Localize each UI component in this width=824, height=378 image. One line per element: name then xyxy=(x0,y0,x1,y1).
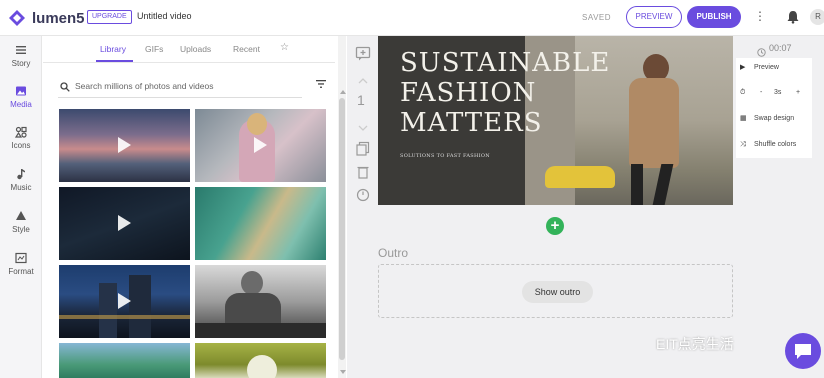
notification-bell-icon[interactable] xyxy=(786,10,800,24)
tab-recent[interactable]: Recent xyxy=(233,44,260,54)
story-canvas: 1 SUSTAINABLE FASHION MATTERS SOLUTIONS … xyxy=(347,36,824,378)
sidebar-item-label: Story xyxy=(11,59,31,68)
media-search xyxy=(58,80,302,98)
slide-title-line: SUSTAINABLE xyxy=(400,48,611,78)
media-icon xyxy=(16,86,26,96)
sidebar-item-format[interactable]: Format xyxy=(0,252,42,276)
add-text-icon[interactable] xyxy=(355,46,371,62)
move-scene-up-icon[interactable] xyxy=(355,73,371,89)
decrease-duration-button[interactable]: - xyxy=(760,86,762,100)
sidebar-item-label: Icons xyxy=(11,141,31,150)
media-thumbnail-woman-phone[interactable] xyxy=(195,109,326,182)
add-scene-button[interactable]: + xyxy=(546,217,564,235)
sidebar-item-label: Format xyxy=(8,267,34,276)
duration-value: 3s xyxy=(774,89,782,96)
scene-slide[interactable]: SUSTAINABLE FASHION MATTERS SOLUTIONS TO… xyxy=(378,36,733,205)
plus-icon: + xyxy=(550,217,560,234)
preview-scene-label: Preview xyxy=(754,64,779,71)
shuffle-colors-label: Shuffle colors xyxy=(754,141,797,148)
music-icon xyxy=(17,169,25,180)
sidebar-item-story[interactable]: Story xyxy=(0,44,42,68)
show-outro-button[interactable]: Show outro xyxy=(522,281,593,303)
upgrade-button[interactable]: UPGRADE xyxy=(87,10,132,24)
delete-scene-icon[interactable] xyxy=(355,164,371,180)
shuffle-colors-button[interactable]: ⤨ Shuffle colors xyxy=(740,138,796,152)
play-icon xyxy=(118,215,131,231)
slide-title-line: FASHION xyxy=(400,78,537,108)
preview-scene-button[interactable]: ▶ Preview xyxy=(740,61,779,75)
top-bar: lumen5 UPGRADE Untitled video SAVED PREV… xyxy=(0,0,824,36)
slide-title[interactable]: SUSTAINABLE FASHION MATTERS xyxy=(400,48,610,138)
user-avatar[interactable]: R xyxy=(810,9,824,25)
search-input[interactable] xyxy=(75,81,295,91)
duplicate-scene-icon[interactable] xyxy=(355,141,371,157)
watermark-text: EIT点亮生活 xyxy=(656,336,734,352)
scene-duration: 00:07 xyxy=(769,43,792,53)
preview-button[interactable]: PREVIEW xyxy=(626,6,682,28)
tab-library[interactable]: Library xyxy=(100,44,126,54)
story-icon xyxy=(16,46,26,54)
style-icon xyxy=(16,211,26,220)
media-thumbnail-city-night[interactable] xyxy=(59,265,190,338)
play-icon xyxy=(254,137,267,153)
media-panel: Library GIFs Uploads Recent ☆ xyxy=(43,36,335,378)
lumen5-logo[interactable]: lumen5 xyxy=(8,8,85,28)
sidebar-item-media[interactable]: Media xyxy=(0,85,42,109)
tab-gifs[interactable]: GIFs xyxy=(145,44,163,54)
slide-title-line: MATTERS xyxy=(400,108,543,138)
media-thumbnail-rain-night[interactable] xyxy=(59,187,190,260)
media-thumbnail-beach-aerial[interactable] xyxy=(195,187,326,260)
increase-duration-button[interactable]: + xyxy=(796,86,800,100)
scene-number: 1 xyxy=(357,92,365,108)
active-tab-indicator xyxy=(96,60,133,62)
format-icon xyxy=(15,252,27,264)
timer-icon[interactable] xyxy=(355,186,371,202)
media-thumbnail-coast-landscape[interactable] xyxy=(59,343,190,378)
filter-icon[interactable] xyxy=(316,79,326,89)
chat-support-button[interactable] xyxy=(785,333,821,369)
play-icon xyxy=(118,293,131,309)
swap-design-label: Swap design xyxy=(754,115,795,122)
scrollbar-thumb[interactable] xyxy=(339,98,345,360)
icons-icon xyxy=(15,126,27,138)
document-title[interactable]: Untitled video xyxy=(137,11,192,21)
tab-favorites-star-icon[interactable]: ☆ xyxy=(280,42,289,53)
scene-controls-panel: ▶ Preview ⏱ - 3s + ▦ Swap design ⤨ Shuffle … xyxy=(736,58,812,158)
chat-bubble-icon xyxy=(795,344,811,359)
sidebar-item-label: Music xyxy=(10,183,32,192)
clock-icon xyxy=(757,44,766,57)
shuffle-icon: ⤨ xyxy=(740,141,746,148)
scroll-down-arrow-icon[interactable] xyxy=(340,370,346,374)
sidebar-item-label: Style xyxy=(12,225,30,234)
lumen5-logo-icon xyxy=(9,10,25,26)
more-options-icon[interactable]: ⋮ xyxy=(754,9,766,23)
move-scene-down-icon[interactable] xyxy=(355,120,371,136)
app-name: lumen5 xyxy=(32,9,85,27)
slide-subtitle[interactable]: SOLUTIONS TO FAST FASHION xyxy=(400,153,490,159)
swap-design-icon: ▦ xyxy=(740,115,747,122)
sidebar-item-music[interactable]: Music xyxy=(0,168,42,192)
media-tabs: Library GIFs Uploads Recent ☆ xyxy=(43,36,335,63)
play-icon xyxy=(118,137,131,153)
play-small-icon: ▶ xyxy=(740,64,746,71)
media-thumbnail-dandelion[interactable] xyxy=(195,343,326,378)
duration-control: ⏱ - 3s + xyxy=(740,86,810,100)
outro-label: Outro xyxy=(378,246,409,260)
stopwatch-icon: ⏱ xyxy=(740,89,746,96)
sidebar-item-style[interactable]: Style xyxy=(0,210,42,234)
saved-status: SAVED xyxy=(582,13,612,22)
outro-dropzone: Show outro xyxy=(378,264,733,318)
scroll-up-arrow-icon[interactable] xyxy=(340,90,346,94)
sidebar-item-icons[interactable]: Icons xyxy=(0,126,42,150)
media-thumbnail-man-laptop[interactable] xyxy=(195,265,326,338)
publish-button[interactable]: PUBLISH xyxy=(687,6,741,28)
left-sidebar: Story Media Icons Music Style Format xyxy=(0,36,42,378)
sidebar-item-label: Media xyxy=(10,100,32,109)
tab-uploads[interactable]: Uploads xyxy=(180,44,211,54)
search-icon xyxy=(60,82,70,92)
media-thumbnail-sunset-coast[interactable] xyxy=(59,109,190,182)
swap-design-button[interactable]: ▦ Swap design xyxy=(740,112,794,126)
